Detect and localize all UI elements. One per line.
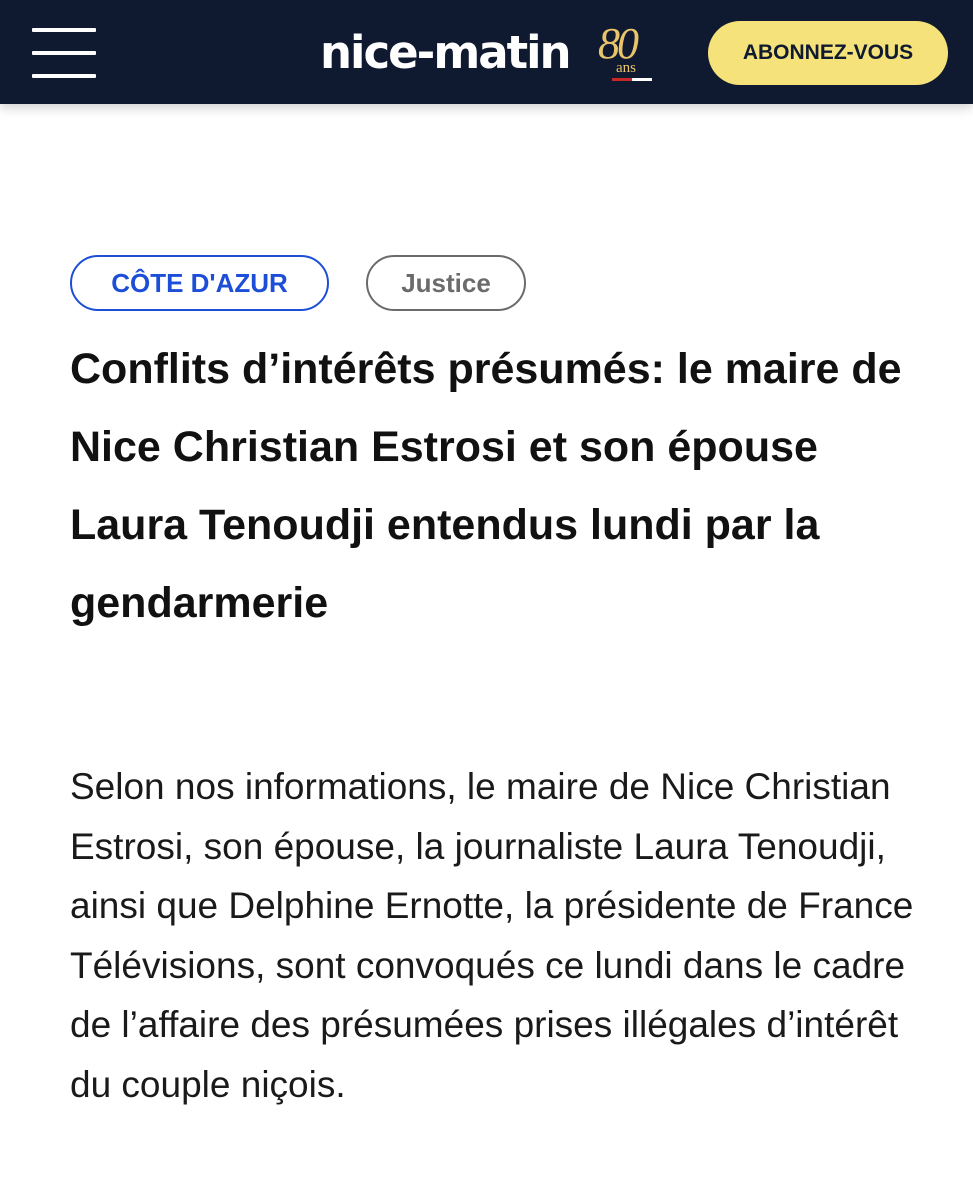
hamburger-menu-icon[interactable]	[32, 28, 96, 78]
region-tag[interactable]: CÔTE D'AZUR	[70, 255, 329, 311]
top-navigation-bar: nice-matin 80 ans ABONNEZ-VOUS	[0, 0, 973, 104]
logo-anniversary-unit: ans	[616, 60, 636, 76]
article-lead: Selon nos informations, le maire de Nice…	[70, 766, 914, 1105]
logo-wordmark: nice-matin	[320, 26, 572, 79]
menu-line	[32, 28, 96, 32]
logo-underline	[612, 78, 652, 81]
section-tag[interactable]: Justice	[366, 255, 526, 311]
menu-line	[32, 74, 96, 78]
article-headline: Conflits d’intérêts présumés: le maire d…	[70, 345, 902, 627]
site-logo[interactable]: nice-matin 80 ans	[320, 22, 660, 82]
subscribe-button[interactable]: ABONNEZ-VOUS	[708, 21, 948, 85]
menu-line	[32, 51, 96, 55]
